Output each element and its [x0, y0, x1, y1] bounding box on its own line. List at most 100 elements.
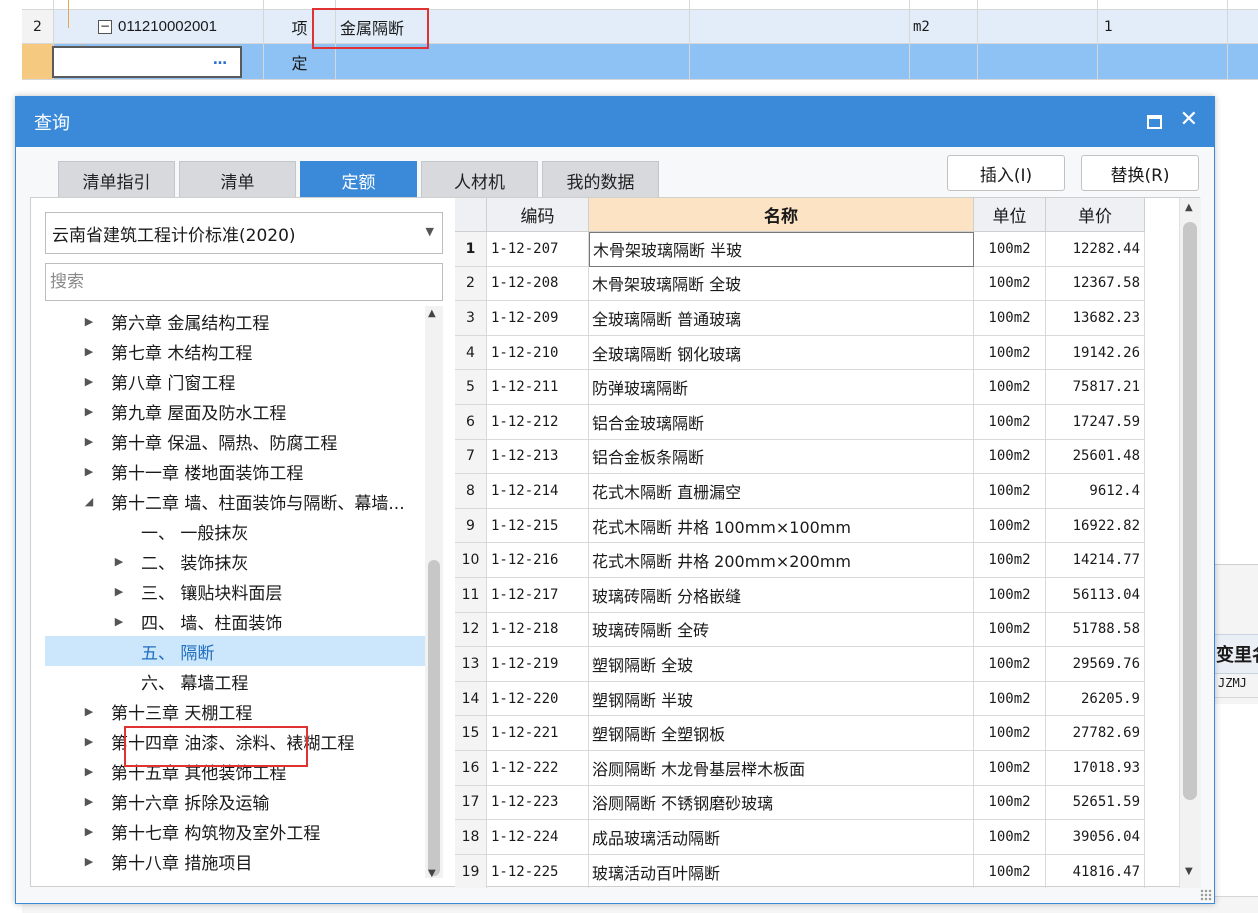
unit-cell[interactable]: 100m2 [974, 543, 1046, 578]
table-row[interactable]: 5 1-12-211 防弹玻璃隔断 100m2 75817.21 [455, 370, 1145, 405]
name-cell[interactable]: 铝合金板条隔断 [589, 439, 974, 475]
name-cell[interactable]: 成品玻璃活动隔断 [589, 820, 974, 855]
unit-cell[interactable]: 100m2 [974, 439, 1046, 475]
tree-item[interactable]: ▶ 第十七章 构筑物及室外工程 [45, 816, 425, 846]
code-cell[interactable]: 1-12-222 [487, 751, 589, 786]
table-row[interactable]: 9 1-12-215 花式木隔断 井格 100mm×100mm 100m2 16922.… [455, 508, 1145, 544]
row-number[interactable]: 5 [455, 370, 487, 405]
collapse-icon[interactable]: − [98, 19, 112, 34]
row-number[interactable]: 2 [455, 266, 487, 302]
caret-right-icon[interactable]: ▶ [83, 435, 95, 448]
code-cell[interactable]: 1-12-209 [487, 301, 589, 336]
table-row[interactable]: 2 1-12-208 木骨架玻璃隔断 全玻 100m2 12367.58 [455, 266, 1145, 302]
tab-my-data[interactable]: 我的数据 [542, 161, 659, 199]
tree-item[interactable]: ▶ 第八章 门窗工程 [45, 366, 425, 396]
scroll-up-icon[interactable]: ▲ [1185, 202, 1193, 213]
name-cell[interactable]: 铝合金玻璃隔断 [589, 405, 974, 440]
code-cell[interactable]: 1-12-219 [487, 647, 589, 682]
tree-item[interactable]: 六、 幕墙工程 [45, 666, 425, 696]
table-row[interactable]: 11 1-12-217 玻璃砖隔断 分格嵌缝 100m2 56113.04 [455, 578, 1145, 613]
caret-right-icon[interactable]: ▶ [83, 855, 95, 868]
code-cell[interactable]: 1-12-221 [487, 716, 589, 751]
price-cell[interactable]: 41816.47 [1046, 854, 1145, 888]
name-cell[interactable]: 玻璃活动百叶隔断 [589, 854, 974, 888]
code-cell[interactable]: 1-12-211 [487, 370, 589, 405]
table-row[interactable]: 18 1-12-224 成品玻璃活动隔断 100m2 39056.04 [455, 820, 1145, 855]
tree-item[interactable]: 五、 隔断 [45, 636, 425, 666]
maximize-icon[interactable] [1147, 115, 1162, 129]
code-cell[interactable]: 1-12-223 [487, 785, 589, 821]
table-row[interactable]: 17 1-12-223 浴厕隔断 不锈钢磨砂玻璃 100m2 52651.59 [455, 785, 1145, 821]
code-cell[interactable]: 1-12-220 [487, 681, 589, 717]
tree-item[interactable]: ▶ 二、 装饰抹灰 [45, 546, 425, 576]
tree-item[interactable]: ▶ 第十八章 措施项目 [45, 846, 425, 876]
name-cell[interactable]: 玻璃砖隔断 全砖 [589, 612, 974, 648]
price-cell[interactable]: 56113.04 [1046, 578, 1145, 613]
unit-cell[interactable]: 100m2 [974, 820, 1046, 855]
name-cell[interactable]: 全玻璃隔断 钢化玻璃 [589, 335, 974, 371]
name-cell[interactable]: 花式木隔断 井格 200mm×200mm [589, 543, 974, 578]
row-number[interactable]: 16 [455, 751, 487, 786]
close-icon[interactable]: ✕ [1180, 107, 1198, 132]
code-cell[interactable]: 1-12-208 [487, 266, 589, 302]
price-cell[interactable]: 51788.58 [1046, 612, 1145, 648]
header-name[interactable]: 名称 [589, 198, 974, 232]
price-cell[interactable]: 19142.26 [1046, 335, 1145, 371]
caret-right-icon[interactable]: ▶ [83, 795, 95, 808]
search-input[interactable] [45, 263, 443, 301]
unit-cell[interactable]: 100m2 [974, 751, 1046, 786]
price-cell[interactable]: 29569.76 [1046, 647, 1145, 682]
tree-item[interactable]: ▶ 第十六章 拆除及运输 [45, 786, 425, 816]
replace-button[interactable]: 替换(R) [1081, 155, 1199, 191]
caret-right-icon[interactable]: ▶ [83, 315, 95, 328]
code-cell[interactable]: 1-12-224 [487, 820, 589, 855]
caret-right-icon[interactable]: ▶ [83, 825, 95, 838]
table-row[interactable]: 13 1-12-219 塑钢隔断 全玻 100m2 29569.76 [455, 647, 1145, 682]
table-row[interactable]: 1 1-12-207 木骨架玻璃隔断 半玻 100m2 12282.44 [455, 232, 1145, 267]
caret-right-icon[interactable]: ▶ [83, 345, 95, 358]
header-code[interactable]: 编码 [487, 198, 589, 232]
name-cell[interactable]: 花式木隔断 直栅漏空 [589, 474, 974, 509]
code-cell[interactable]: 1-12-217 [487, 578, 589, 613]
caret-right-icon[interactable]: ▶ [83, 405, 95, 418]
insert-button[interactable]: 插入(I) [947, 155, 1065, 191]
caret-right-icon[interactable]: ▶ [113, 615, 125, 628]
header-unit[interactable]: 单位 [974, 198, 1046, 232]
dialog-titlebar[interactable]: 查询 ✕ [16, 97, 1214, 147]
code-cell[interactable]: 1-12-218 [487, 612, 589, 648]
row-number[interactable]: 14 [455, 681, 487, 717]
table-row[interactable]: 15 1-12-221 塑钢隔断 全塑钢板 100m2 27782.69 [455, 716, 1145, 751]
unit-cell[interactable]: 100m2 [974, 301, 1046, 336]
price-cell[interactable]: 17018.93 [1046, 751, 1145, 786]
code-cell[interactable]: 1-12-214 [487, 474, 589, 509]
dropdown-arrow-icon[interactable]: ▼ [426, 225, 434, 238]
code-cell[interactable]: 1-12-207 [487, 232, 589, 267]
row-number[interactable]: 3 [455, 301, 487, 336]
caret-right-icon[interactable]: ▶ [113, 555, 125, 568]
unit-cell[interactable]: 100m2 [974, 266, 1046, 302]
table-row[interactable]: 19 1-12-225 玻璃活动百叶隔断 100m2 41816.47 [455, 854, 1145, 888]
scroll-down-icon[interactable]: ▼ [428, 868, 436, 879]
scroll-down-icon[interactable]: ▼ [1185, 866, 1193, 877]
resize-grip-icon[interactable] [1200, 889, 1212, 901]
bg-row-2[interactable]: 2 − 011210002001 项 金属隔断 m2 1 [22, 10, 1258, 44]
code-cell[interactable]: 1-12-212 [487, 405, 589, 440]
code-edit-cell[interactable]: … [52, 46, 242, 78]
price-cell[interactable]: 16922.82 [1046, 508, 1145, 544]
code-cell[interactable]: 1-12-210 [487, 335, 589, 371]
name-cell[interactable]: 浴厕隔断 木龙骨基层榉木板面 [589, 751, 974, 786]
price-cell[interactable]: 27782.69 [1046, 716, 1145, 751]
table-row[interactable]: 4 1-12-210 全玻璃隔断 钢化玻璃 100m2 19142.26 [455, 335, 1145, 371]
row-number[interactable]: 8 [455, 474, 487, 509]
row-number[interactable]: 10 [455, 543, 487, 578]
tree-item[interactable]: ▶ 第六章 金属结构工程 [45, 306, 425, 336]
price-cell[interactable]: 25601.48 [1046, 439, 1145, 475]
row-number[interactable]: 13 [455, 647, 487, 682]
tree-item[interactable]: ▶ 四、 墙、柱面装饰 [45, 606, 425, 636]
price-cell[interactable]: 13682.23 [1046, 301, 1145, 336]
table-scrollbar-thumb[interactable] [1183, 222, 1197, 800]
price-cell[interactable]: 12282.44 [1046, 232, 1145, 267]
unit-cell[interactable]: 100m2 [974, 335, 1046, 371]
tree-item[interactable]: ▶ 三、 镶贴块料面层 [45, 576, 425, 606]
tab-list[interactable]: 清单 [179, 161, 296, 199]
